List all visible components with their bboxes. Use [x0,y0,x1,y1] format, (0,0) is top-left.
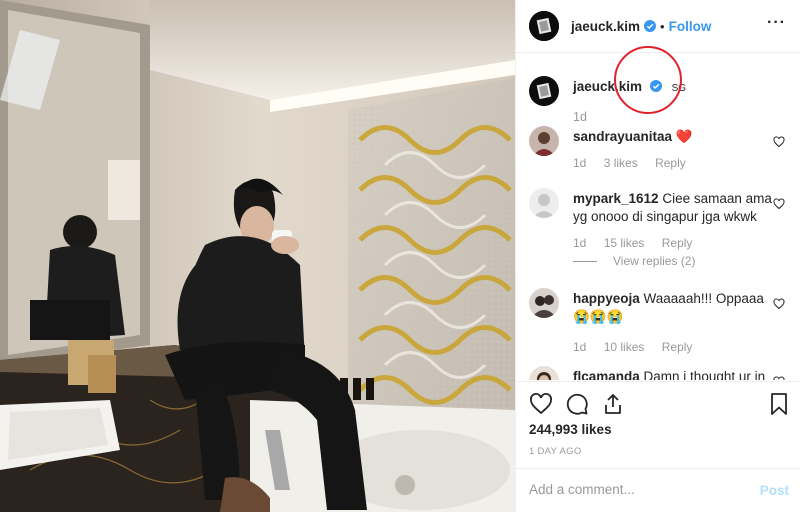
post-modal: jaeuck.kim • Follow ··· jaeuck.kim SG 1d… [0,0,800,512]
comment-username[interactable]: flcamanda [573,369,640,380]
action-icons [529,392,791,418]
caption-username[interactable]: jaeuck.kim [573,79,642,94]
bookmark-icon[interactable] [767,392,791,416]
like-comment-heart-icon[interactable] [773,136,785,148]
post-sidebar: jaeuck.kim • Follow ··· jaeuck.kim SG 1d… [515,0,800,512]
caption-item: jaeuck.kim SG 1d [529,76,791,124]
author-avatar[interactable] [529,11,559,41]
add-comment-input[interactable] [529,482,749,497]
comment-time: 1d [573,340,587,354]
comment-item: sandrayuanitaa ❤️ 1d 3 likes Reply [529,126,791,176]
comment-likes[interactable]: 10 likes [604,340,645,354]
comment-text: Damn i thought ur in [643,369,766,380]
add-comment-bar: Post [516,468,800,512]
likes-count[interactable]: 244,993 likes [529,422,612,437]
like-comment-heart-icon[interactable] [773,298,785,310]
post-actions: 244,993 likes 1 DAY AGO Post [516,381,800,512]
post-timestamp[interactable]: 1 DAY AGO [529,446,582,457]
separator-dot: • [660,18,665,34]
comment-item: happyeoja Waaaaah!!! Oppaaa 😭😭😭 1d 10 li… [529,288,791,354]
comment-icon[interactable] [565,392,589,416]
comment-username[interactable]: happyeoja [573,291,640,306]
follow-button[interactable]: Follow [669,19,712,34]
comment-item: flcamanda Damn i thought ur in [529,366,791,380]
share-icon[interactable] [601,392,625,416]
caption-time: 1d [573,110,587,124]
post-comment-button[interactable]: Post [760,483,789,498]
more-options-icon[interactable]: ··· [767,15,786,31]
caption-text: SG [671,83,687,94]
view-replies-button[interactable]: View replies (2) [573,254,695,268]
post-photo[interactable] [0,0,515,512]
comment-username[interactable]: mypark_1612 [573,191,659,206]
comment-username[interactable]: sandrayuanitaa [573,129,672,144]
reply-button[interactable]: Reply [655,156,686,170]
comment-time: 1d [573,236,587,250]
comment-likes[interactable]: 15 likes [604,236,645,250]
author-username[interactable]: jaeuck.kim [571,19,640,34]
verified-badge-icon [649,80,662,92]
comment-time: 1d [573,156,587,170]
reply-button[interactable]: Reply [662,236,693,250]
caption-avatar[interactable] [529,76,559,106]
like-comment-heart-icon[interactable] [773,376,785,380]
reply-button[interactable]: Reply [662,340,693,354]
comment-text: ❤️ [675,129,693,144]
post-header: jaeuck.kim • Follow ··· [516,0,800,53]
comment-item: mypark_1612 Ciee samaan ama yg onooo di … [529,188,791,272]
comments-list[interactable]: jaeuck.kim SG 1d sandrayuanitaa ❤️ 1d 3 … [516,54,800,380]
commenter-avatar[interactable] [529,288,559,318]
commenter-avatar[interactable] [529,188,559,218]
verified-badge-icon [644,20,657,32]
heart-icon[interactable] [529,392,553,416]
bathroom-photo [0,0,515,512]
comment-likes[interactable]: 3 likes [604,156,638,170]
like-comment-heart-icon[interactable] [773,198,785,210]
commenter-avatar[interactable] [529,126,559,156]
commenter-avatar[interactable] [529,366,559,380]
